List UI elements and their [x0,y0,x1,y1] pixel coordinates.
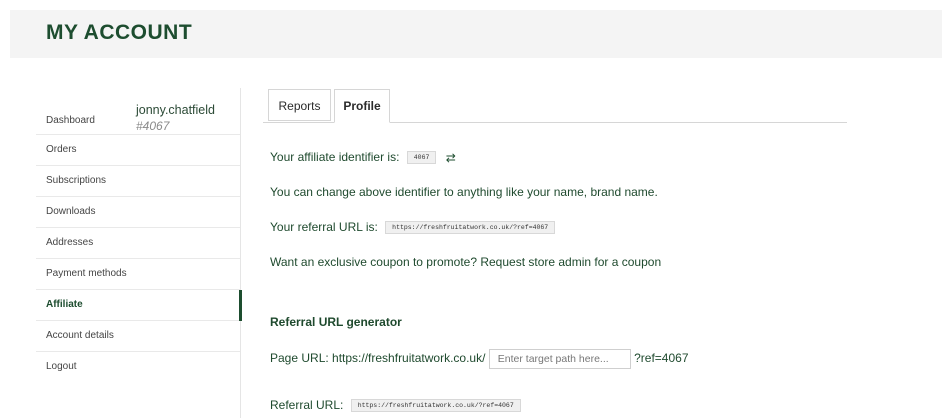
generator-heading: Referral URL generator [270,315,402,329]
account-sidebar: Dashboard jonny.chatfield #4067 Orders S… [36,88,242,418]
sidebar-item-subscriptions[interactable]: Subscriptions [36,166,240,197]
tab-profile[interactable]: Profile [334,89,390,123]
sidebar-item-dashboard[interactable]: Dashboard [46,115,95,126]
generated-url-line: Referral URL: https://freshfruitatwork.c… [270,398,521,413]
sidebar-item-affiliate[interactable]: Affiliate [36,290,242,321]
username: jonny.chatfield [136,103,215,117]
sidebar-item-downloads[interactable]: Downloads [36,197,240,228]
identifier-line: Your affiliate identifier is: 4067 ⇄ [270,150,456,165]
affiliate-tabs: Reports Profile [263,88,847,123]
refresh-icon[interactable]: ⇄ [446,151,456,165]
sidebar-item-logout[interactable]: Logout [36,352,240,382]
user-id: #4067 [136,119,170,133]
page-url-label: Page URL: https://freshfruitatwork.co.uk… [270,351,486,366]
sidebar-item-payment-methods[interactable]: Payment methods [36,259,240,290]
referral-url-line: Your referral URL is: https://freshfruit… [270,220,556,235]
generated-url-value: https://freshfruitatwork.co.uk/?ref=4067 [350,399,521,413]
target-path-input[interactable] [488,349,631,369]
referral-url-value: https://freshfruitatwork.co.uk/?ref=4067 [385,221,556,235]
sidebar-item-account-details[interactable]: Account details [36,321,240,352]
page-header: MY ACCOUNT [10,10,942,58]
page-title: MY ACCOUNT [46,21,193,44]
sidebar-item-addresses[interactable]: Addresses [36,228,240,259]
referral-url-label: Your referral URL is: [270,220,378,234]
identifier-label: Your affiliate identifier is: [270,150,400,164]
tab-reports[interactable]: Reports [268,89,331,121]
ref-suffix: ?ref=4067 [634,351,689,366]
page-url-line: Page URL: https://freshfruitatwork.co.uk… [270,349,689,369]
change-identifier-text: You can change above identifier to anyth… [270,185,658,199]
identifier-value: 4067 [406,151,437,165]
user-summary: Dashboard jonny.chatfield #4067 [36,88,240,135]
account-menu: Orders Subscriptions Downloads Addresses… [36,135,242,382]
coupon-text: Want an exclusive coupon to promote? Req… [270,255,662,269]
sidebar-item-orders[interactable]: Orders [36,135,240,166]
generated-url-label: Referral URL: [270,398,344,412]
